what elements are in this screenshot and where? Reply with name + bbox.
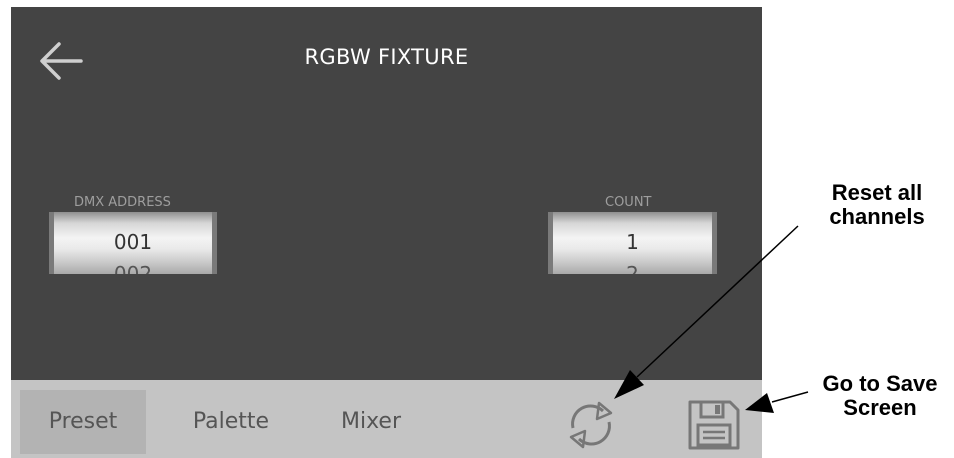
save-callout: Go to Save Screen <box>810 372 950 420</box>
save-callout-line2: Screen <box>843 395 917 420</box>
reset-callout-line2: channels <box>829 204 925 229</box>
save-callout-line1: Go to Save <box>822 371 938 396</box>
reset-callout-line1: Reset all <box>831 180 923 205</box>
reset-callout: Reset all channels <box>802 181 952 229</box>
